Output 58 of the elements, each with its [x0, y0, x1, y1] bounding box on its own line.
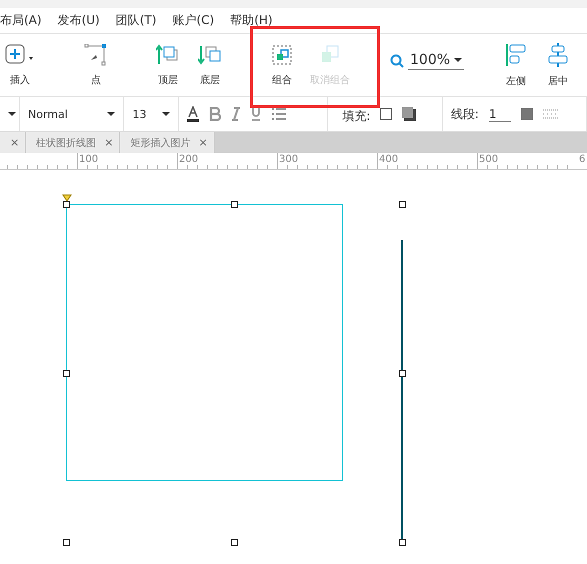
- menu-item[interactable]: 帮助(H): [230, 12, 273, 29]
- font-dropdown[interactable]: Normal: [28, 108, 116, 120]
- plus-icon: [5, 44, 35, 66]
- align-left-icon: [505, 42, 527, 66]
- center-button[interactable]: 居中: [538, 42, 578, 88]
- caret-icon[interactable]: [8, 112, 16, 116]
- left-button[interactable]: 左侧: [496, 42, 536, 88]
- bold-icon[interactable]: [209, 107, 222, 121]
- point-button[interactable]: 点: [76, 44, 116, 86]
- document-tab[interactable]: 矩形插入图片 ×: [120, 132, 215, 153]
- bottom-button[interactable]: 底层: [190, 44, 230, 86]
- selection-handle[interactable]: [231, 539, 238, 546]
- ruler-label: 6: [579, 154, 586, 165]
- group-icon: [271, 44, 293, 66]
- close-icon[interactable]: ×: [198, 136, 208, 149]
- document-tab[interactable]: ×: [0, 132, 26, 153]
- text-color-icon[interactable]: [187, 106, 200, 122]
- zoom-field[interactable]: 100%: [408, 52, 464, 70]
- selection-handle[interactable]: [399, 539, 406, 546]
- close-icon[interactable]: ×: [104, 136, 114, 149]
- bring-to-front-icon: [156, 44, 180, 66]
- line-width-field[interactable]: 1: [488, 106, 511, 122]
- shadow-icon[interactable]: [402, 107, 416, 121]
- fill-label: 填充:: [342, 108, 370, 125]
- selection-handle[interactable]: [63, 370, 70, 377]
- document-tab[interactable]: 柱状图折线图 ×: [26, 132, 120, 153]
- list-icon[interactable]: [271, 107, 288, 121]
- insert-button[interactable]: 插入: [0, 44, 40, 86]
- ruler-label: 100: [79, 154, 98, 165]
- menu-item[interactable]: 团队(T): [116, 12, 156, 29]
- line-style-icon[interactable]: [542, 108, 559, 120]
- ruler-label: 400: [379, 154, 398, 165]
- point-icon: [84, 44, 108, 66]
- close-icon[interactable]: ×: [10, 136, 20, 149]
- menu-item[interactable]: 账户(C): [172, 12, 214, 29]
- selection-handle[interactable]: [231, 201, 238, 208]
- selection-handle[interactable]: [399, 370, 406, 377]
- send-to-back-icon: [198, 44, 222, 66]
- line-label: 线段:: [450, 106, 479, 122]
- group-button[interactable]: 组合: [262, 44, 302, 86]
- vertical-line-shape[interactable]: [401, 240, 403, 542]
- selection-handle[interactable]: [399, 201, 406, 208]
- underline-icon[interactable]: [251, 107, 262, 121]
- selection-handle[interactable]: [63, 201, 70, 208]
- selection-handle[interactable]: [63, 539, 70, 546]
- search-icon: [390, 54, 404, 68]
- ruler-label: 500: [479, 154, 498, 165]
- fill-color-swatch[interactable]: [380, 108, 392, 120]
- top-button[interactable]: 顶层: [148, 44, 188, 86]
- ruler-label: 200: [179, 154, 198, 165]
- italic-icon[interactable]: [231, 107, 242, 121]
- line-color-swatch[interactable]: [520, 108, 533, 120]
- menu-item[interactable]: 发布(U): [58, 12, 100, 29]
- size-dropdown[interactable]: 13: [132, 108, 170, 120]
- align-center-icon: [547, 42, 569, 66]
- ruler-label: 300: [279, 154, 298, 165]
- rotation-handle-icon[interactable]: [62, 194, 72, 202]
- menu-item[interactable]: 布局(A): [0, 12, 42, 29]
